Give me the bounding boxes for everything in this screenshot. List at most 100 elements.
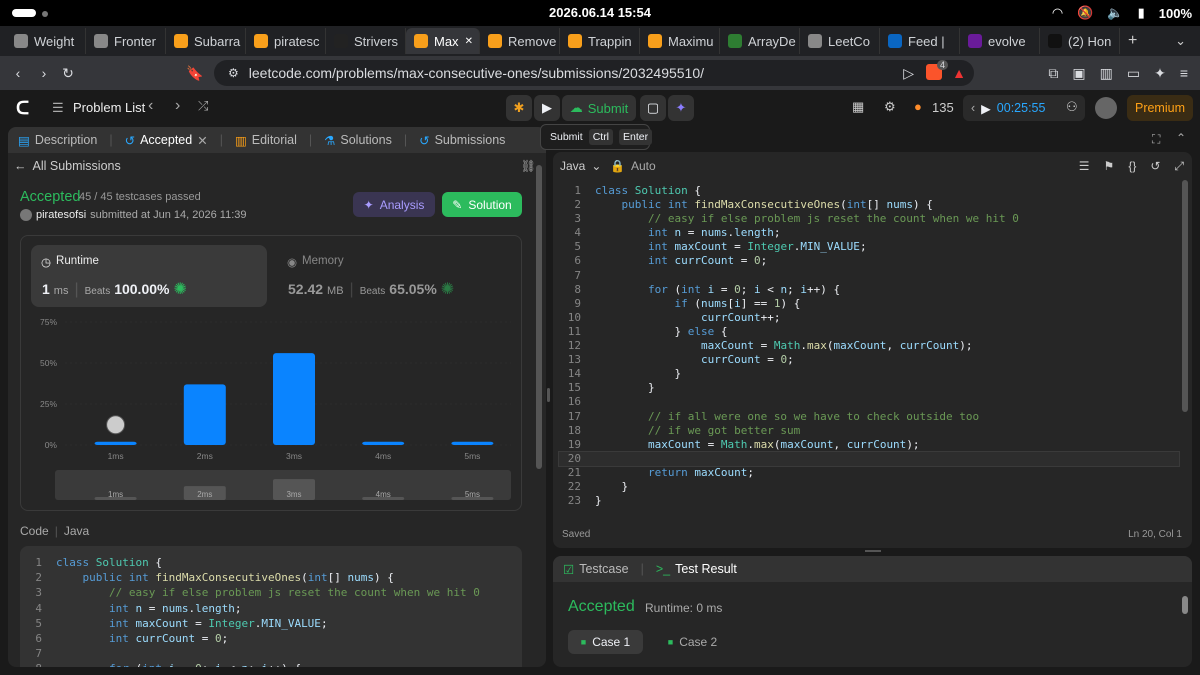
browser-tab[interactable]: Fronter (86, 28, 166, 54)
ai-assist-button[interactable]: ✦ (668, 95, 694, 121)
language-select[interactable]: Java ⌄ (560, 159, 601, 173)
browser-tab[interactable]: Weight (6, 28, 86, 54)
wallet-icon[interactable]: ▭ (1127, 65, 1140, 82)
browser-tab[interactable]: Maximu (640, 28, 720, 54)
code-line[interactable]: 14 } (559, 367, 1179, 381)
code-line[interactable]: 2 public int findMaxConsecutiveOnes(int[… (559, 198, 1179, 212)
avatar[interactable] (1095, 97, 1117, 119)
code-line[interactable]: 13 currCount = 0; (559, 353, 1179, 367)
code-line[interactable]: 9 if (nums[i] == 1) { (559, 297, 1179, 311)
extensions-icon[interactable]: ⧉ (1048, 65, 1058, 82)
braces-icon[interactable]: {} (1128, 159, 1136, 174)
maximize-icon[interactable]: ⛶ (1152, 132, 1160, 147)
list-icon[interactable]: ☰ (52, 100, 64, 116)
tab-accepted[interactable]: ↺ Accepted ✕ (125, 133, 208, 148)
browser-tab[interactable]: piratesc (246, 28, 326, 54)
browser-tab[interactable]: Max ✕ (406, 28, 480, 54)
runtime-card[interactable]: ◷ Runtime 1 ms | Beats 100.00% ✺ (31, 245, 267, 307)
reset-icon[interactable]: ↺ (1150, 159, 1160, 174)
premium-button[interactable]: Premium (1127, 95, 1193, 121)
code-line[interactable]: 17 // if all were one so we have to chec… (559, 410, 1179, 424)
horizontal-splitter-handle[interactable] (865, 550, 881, 552)
tab-testcase[interactable]: ☑ Testcase (563, 562, 629, 577)
code-line[interactable]: 23} (559, 494, 1179, 508)
tab-solutions[interactable]: ⚗ Solutions (324, 133, 392, 148)
browser-tab[interactable]: Subarra (166, 28, 246, 54)
run-button[interactable]: ▶ (534, 95, 560, 121)
tab-test-result[interactable]: >_ Test Result (656, 562, 737, 576)
code-line[interactable]: 3 // easy if else problem js reset the c… (559, 212, 1179, 226)
code-editor[interactable]: 1 class Solution {2 public int findMaxCon… (558, 184, 1180, 508)
next-problem-icon[interactable]: › (175, 97, 180, 115)
timer-play-icon[interactable]: ▶ (981, 101, 991, 116)
sidebar-icon[interactable]: ▥ (1100, 65, 1113, 82)
code-line[interactable]: 1 class Solution { (559, 184, 1179, 198)
site-info-icon[interactable]: ⚙ (228, 66, 239, 80)
tab-description[interactable]: ▤ Description (18, 133, 97, 148)
code-line[interactable]: 20 (558, 450, 1180, 467)
format-icon[interactable]: ☰ (1079, 159, 1090, 174)
address-bar[interactable]: ⚙ leetcode.com/problems/max-consecutive-… (214, 60, 974, 86)
code-line[interactable]: 12 maxCount = Math.max(maxCount, currCou… (559, 339, 1179, 353)
code-line[interactable]: 21 return maxCount; (559, 466, 1179, 480)
wifi-icon[interactable]: ◠ (1052, 5, 1063, 21)
menu-icon[interactable]: ≡ (1180, 65, 1188, 82)
left-panel-scrollbar[interactable] (536, 165, 542, 469)
forward-icon[interactable]: › (32, 65, 56, 81)
timer-collapse-icon[interactable]: ‹ (971, 101, 975, 115)
solution-button[interactable]: ✎ Solution (442, 192, 522, 217)
new-tab-icon[interactable]: + (1128, 32, 1137, 50)
test-panel-scrollbar[interactable] (1182, 596, 1188, 614)
code-line[interactable]: 16 (559, 395, 1179, 409)
volume-icon[interactable]: 🔈 (1107, 5, 1123, 21)
memory-card[interactable]: ◉ Memory 52.42 MB | Beats 65.05% ✺ (277, 245, 513, 307)
browser-tab[interactable]: Trappin (560, 28, 640, 54)
bookmark-icon[interactable]: 🔖 (180, 65, 210, 82)
debug-button[interactable]: ✱ (506, 95, 532, 121)
shuffle-icon[interactable]: ⤮ (198, 98, 208, 114)
layout-icon[interactable]: ▦ (852, 99, 864, 115)
close-tab-icon[interactable]: ✕ (465, 36, 473, 47)
code-line[interactable]: 19 maxCount = Math.max(maxCount, currCou… (559, 438, 1179, 452)
code-line[interactable]: 8 for (int i = 0; i < n; i++) { (559, 283, 1179, 297)
add-friend-icon[interactable]: ⚇ (1066, 99, 1078, 115)
browser-tab[interactable]: Feed | (880, 28, 960, 54)
browser-tab[interactable]: (2) Hon (1040, 28, 1120, 54)
code-line[interactable]: 22 } (559, 480, 1179, 494)
streak-count[interactable]: 135 (932, 100, 954, 115)
code-line[interactable]: 18 // if we got better sum (559, 424, 1179, 438)
code-line[interactable]: 5 int maxCount = Integer.MIN_VALUE; (559, 240, 1179, 254)
problem-list-link[interactable]: Problem List (73, 100, 145, 115)
auto-mode[interactable]: 🔒 Auto (610, 159, 656, 173)
fullscreen-icon[interactable]: ⤢ (1174, 159, 1184, 174)
submit-button[interactable]: ☁ Submit (562, 95, 636, 121)
prev-problem-icon[interactable]: ‹ (148, 97, 153, 115)
settings-gear-icon[interactable]: ⚙ (884, 99, 896, 115)
tab-search-icon[interactable]: ⌄ (1175, 33, 1186, 49)
send-icon[interactable]: ▷ (903, 65, 914, 82)
code-line[interactable]: 6 int currCount = 0; (559, 254, 1179, 268)
all-submissions-link[interactable]: ← All Submissions (14, 159, 121, 173)
browser-tab[interactable]: LeetCo (800, 28, 880, 54)
browser-tab[interactable]: Remove (480, 28, 560, 54)
screenshot-icon[interactable]: ▣ (1072, 65, 1085, 82)
bookmark-icon[interactable]: ⚑ (1104, 159, 1115, 174)
close-tab-icon[interactable]: ✕ (197, 133, 207, 148)
code-line[interactable]: 10 currCount++; (559, 311, 1179, 325)
collapse-icon[interactable]: ⌃ (1176, 131, 1186, 145)
url-text[interactable]: leetcode.com/problems/max-consecutive-on… (249, 65, 704, 81)
code-line[interactable]: 15 } (559, 381, 1179, 395)
brave-rewards-icon[interactable]: ▲ (952, 65, 966, 81)
browser-tab[interactable]: ArrayDe (720, 28, 800, 54)
back-icon[interactable]: ‹ (4, 65, 32, 81)
case-2-tab[interactable]: ■ Case 2 (655, 630, 730, 654)
leetcode-logo-icon[interactable]: ᑕ (16, 98, 29, 119)
editor-scrollbar[interactable] (1182, 180, 1188, 412)
browser-tab[interactable]: Strivers (326, 28, 406, 54)
notes-button[interactable]: ▢ (640, 95, 666, 121)
code-line[interactable]: 11 } else { (559, 325, 1179, 339)
leo-ai-icon[interactable]: ✦ (1154, 65, 1166, 82)
username[interactable]: piratesofsi (36, 209, 86, 221)
code-line[interactable]: 7 (559, 269, 1179, 283)
analysis-button[interactable]: ✦ Analysis (353, 192, 435, 217)
